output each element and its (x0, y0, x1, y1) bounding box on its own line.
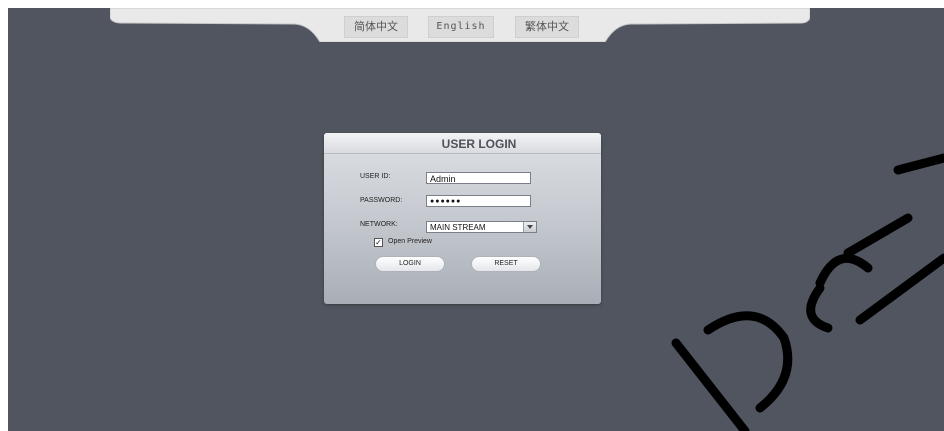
page-background: 简体中文 English 繁体中文 USER LOGIN USER ID: Ad… (8, 8, 944, 431)
open-preview-checkbox[interactable]: ✓ (374, 238, 383, 247)
user-id-input[interactable]: Admin (426, 172, 531, 184)
chevron-down-icon[interactable] (523, 222, 536, 232)
user-id-label: USER ID: (360, 173, 391, 180)
password-input[interactable]: ●●●●●● (426, 195, 531, 207)
network-select-value: MAIN STREAM (430, 223, 486, 232)
dialog-header: USER LOGIN (324, 133, 601, 154)
reset-button[interactable]: RESET (471, 256, 541, 272)
login-button[interactable]: LOGIN (375, 256, 445, 272)
network-label: NETWORK: (360, 221, 398, 228)
network-select[interactable]: MAIN STREAM (426, 221, 537, 233)
login-dialog: USER LOGIN USER ID: Admin PASSWORD: ●●●●… (324, 133, 601, 304)
dialog-title: USER LOGIN (441, 137, 517, 151)
password-label: PASSWORD: (360, 197, 403, 204)
open-preview-label: Open Preview (388, 238, 432, 245)
